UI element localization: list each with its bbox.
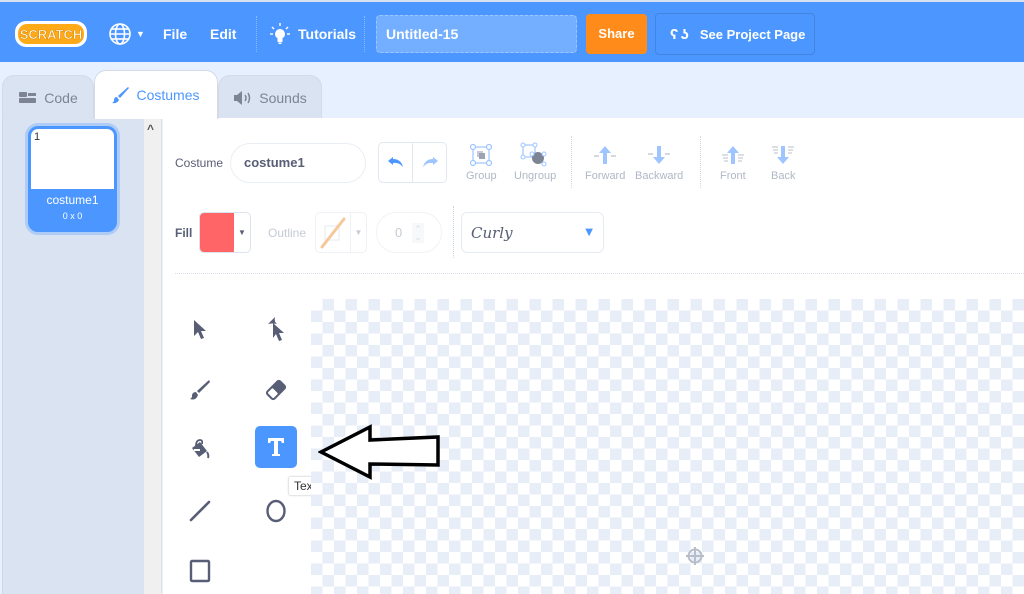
- outline-color-picker[interactable]: ▼: [315, 212, 367, 253]
- tab-code-label: Code: [44, 89, 78, 106]
- annotation-arrow-icon: [318, 424, 440, 480]
- undo-icon: [387, 156, 403, 167]
- costume-number: 1: [34, 131, 41, 143]
- toolbar-divider: [453, 206, 454, 258]
- group-label: Group: [466, 170, 497, 182]
- redo-icon: [422, 156, 438, 167]
- file-menu[interactable]: File: [163, 19, 187, 49]
- brush-icon: [190, 380, 210, 400]
- outline-width-input[interactable]: 0 ⌃ ⌄: [376, 212, 442, 253]
- toolbar-divider: [700, 136, 701, 188]
- chevron-down-icon: ▼: [136, 29, 145, 39]
- fill-bucket-icon: [192, 439, 210, 459]
- tool-reshape[interactable]: [255, 309, 297, 351]
- costume-list-scrollbar[interactable]: ^: [144, 118, 162, 594]
- tool-select[interactable]: [179, 309, 221, 351]
- outline-width-value: 0: [395, 225, 403, 240]
- backward-icon: [647, 140, 671, 170]
- see-project-page-button[interactable]: ʕ ʖ See Project Page: [655, 13, 815, 55]
- tool-rectangle[interactable]: [179, 550, 221, 592]
- tab-costumes[interactable]: Costumes: [94, 70, 218, 119]
- costume-name: costume1: [46, 193, 99, 207]
- caret-down-icon: ▼: [585, 227, 593, 238]
- ungroup-button[interactable]: Ungroup: [514, 140, 556, 182]
- no-outline-icon: [320, 217, 346, 249]
- fill-color-swatch: [200, 213, 234, 252]
- speaker-icon: [233, 90, 253, 105]
- tab-sounds-label: Sounds: [259, 89, 307, 106]
- tool-line[interactable]: [179, 490, 221, 532]
- tab-costumes-label: Costumes: [136, 87, 200, 103]
- stepper-icon[interactable]: ⌃ ⌄: [412, 222, 424, 243]
- group-icon: [468, 140, 494, 170]
- fill-color-picker[interactable]: ▼: [199, 212, 251, 253]
- outline-label: Outline: [268, 226, 307, 240]
- tab-code[interactable]: Code: [2, 75, 94, 119]
- costume-item[interactable]: 1 costume1 0 x 0: [28, 126, 117, 232]
- globe-icon: [109, 23, 131, 45]
- forward-label: Forward: [585, 170, 626, 182]
- select-arrow-icon: [194, 320, 206, 339]
- tool-brush[interactable]: [179, 369, 221, 411]
- code-blocks-icon: [18, 91, 38, 105]
- redo-button[interactable]: [412, 143, 446, 182]
- ungroup-label: Ungroup: [514, 170, 557, 182]
- tab-sounds[interactable]: Sounds: [218, 75, 322, 119]
- forward-button[interactable]: Forward: [585, 140, 625, 182]
- front-button[interactable]: Front: [720, 140, 746, 182]
- tool-fill[interactable]: [179, 429, 221, 471]
- scratch-editor: SCRATCH ▼ File Edit Tutorials Untitled-1…: [0, 0, 1024, 594]
- tool-circle[interactable]: [255, 490, 297, 532]
- scroll-up-icon[interactable]: ^: [147, 122, 154, 136]
- font-dropdown[interactable]: Curly ▼: [461, 212, 604, 253]
- front-icon: [721, 140, 745, 170]
- edit-menu[interactable]: Edit: [210, 19, 236, 49]
- lightbulb-icon: [270, 23, 290, 44]
- project-title-input[interactable]: Untitled-15: [376, 15, 577, 53]
- menu-bar: SCRATCH ▼ File Edit Tutorials Untitled-1…: [0, 0, 1024, 62]
- reshape-icon: [268, 317, 284, 341]
- scratch-logo[interactable]: SCRATCH: [14, 19, 88, 49]
- see-inside-icon: ʕ ʖ: [670, 25, 689, 43]
- back-icon: [771, 140, 795, 170]
- back-button[interactable]: Back: [771, 140, 795, 182]
- backward-button[interactable]: Backward: [635, 140, 683, 182]
- toolbar-divider: [571, 136, 572, 188]
- tool-text[interactable]: [255, 426, 297, 468]
- menu-divider: [364, 16, 365, 52]
- group-button[interactable]: Group: [466, 140, 497, 182]
- eraser-icon: [265, 379, 287, 401]
- fill-label: Fill: [175, 226, 193, 240]
- font-value: Curly: [471, 223, 513, 242]
- front-label: Front: [720, 170, 746, 182]
- back-label: Back: [771, 170, 796, 182]
- menu-divider: [256, 16, 257, 52]
- undo-redo-group: [378, 142, 447, 183]
- backward-label: Backward: [635, 170, 684, 182]
- logo-text: SCRATCH: [20, 27, 83, 42]
- costume-name-input[interactable]: costume1: [230, 143, 366, 183]
- toolbar-divider-horizontal: [175, 273, 1024, 274]
- costume-thumbnail: 1: [31, 129, 114, 189]
- tutorials-label: Tutorials: [298, 26, 357, 42]
- language-menu[interactable]: ▼: [108, 19, 145, 49]
- line-icon: [189, 500, 211, 522]
- text-icon: [268, 438, 284, 456]
- see-project-page-label: See Project Page: [699, 26, 806, 42]
- tutorials-button[interactable]: Tutorials: [270, 19, 356, 49]
- chevron-down-icon: ▼: [238, 228, 246, 237]
- forward-icon: [593, 140, 617, 170]
- brush-icon: [112, 86, 130, 104]
- circle-icon: [266, 499, 286, 523]
- share-button[interactable]: Share: [586, 14, 647, 54]
- tool-eraser[interactable]: [255, 369, 297, 411]
- undo-button[interactable]: [379, 143, 412, 182]
- ungroup-icon: [520, 140, 550, 170]
- rectangle-icon: [189, 559, 211, 583]
- crosshair-icon: [686, 547, 704, 565]
- costume-name-label: Costume: [175, 156, 224, 170]
- costume-size: 0 x 0: [62, 211, 83, 221]
- chevron-down-icon: ▼: [350, 213, 366, 252]
